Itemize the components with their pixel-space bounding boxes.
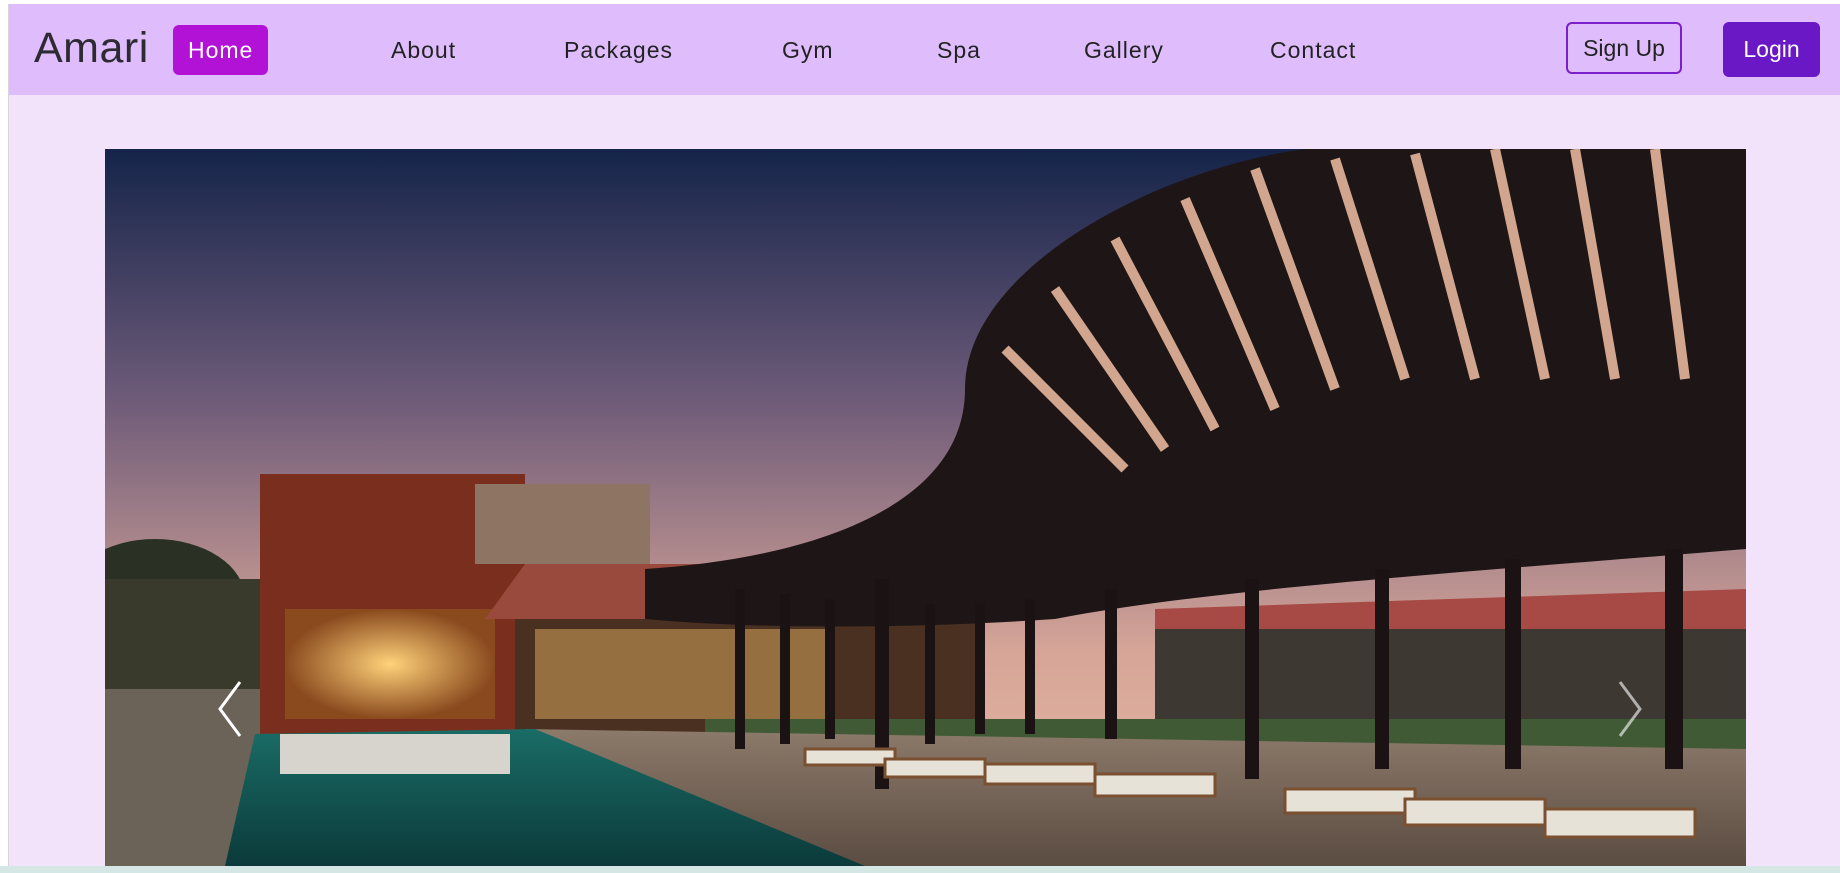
nav-item-spa[interactable]: Spa bbox=[937, 25, 981, 75]
nav-item-about[interactable]: About bbox=[391, 25, 456, 75]
nav-item-home[interactable]: Home bbox=[173, 25, 269, 75]
carousel-prev-button[interactable] bbox=[210, 674, 250, 744]
window-bottom-edge bbox=[0, 866, 1840, 873]
nav-item-gym[interactable]: Gym bbox=[782, 25, 834, 75]
nav-item-gallery[interactable]: Gallery bbox=[1084, 25, 1164, 75]
slide-image bbox=[105, 149, 1746, 866]
login-button[interactable]: Login bbox=[1723, 22, 1820, 77]
hero-carousel bbox=[105, 149, 1746, 866]
chevron-right-icon bbox=[1618, 681, 1642, 737]
nav-item-packages[interactable]: Packages bbox=[564, 25, 673, 75]
top-navbar: Amari Home About Packages Gym Spa Galler… bbox=[9, 4, 1840, 95]
page: Amari Home About Packages Gym Spa Galler… bbox=[8, 4, 1840, 866]
signup-button[interactable]: Sign Up bbox=[1566, 22, 1682, 74]
brand-logo[interactable]: Amari bbox=[34, 24, 149, 73]
chevron-left-icon bbox=[218, 681, 242, 737]
nav-item-contact[interactable]: Contact bbox=[1270, 25, 1356, 75]
carousel-next-button[interactable] bbox=[1610, 674, 1650, 744]
